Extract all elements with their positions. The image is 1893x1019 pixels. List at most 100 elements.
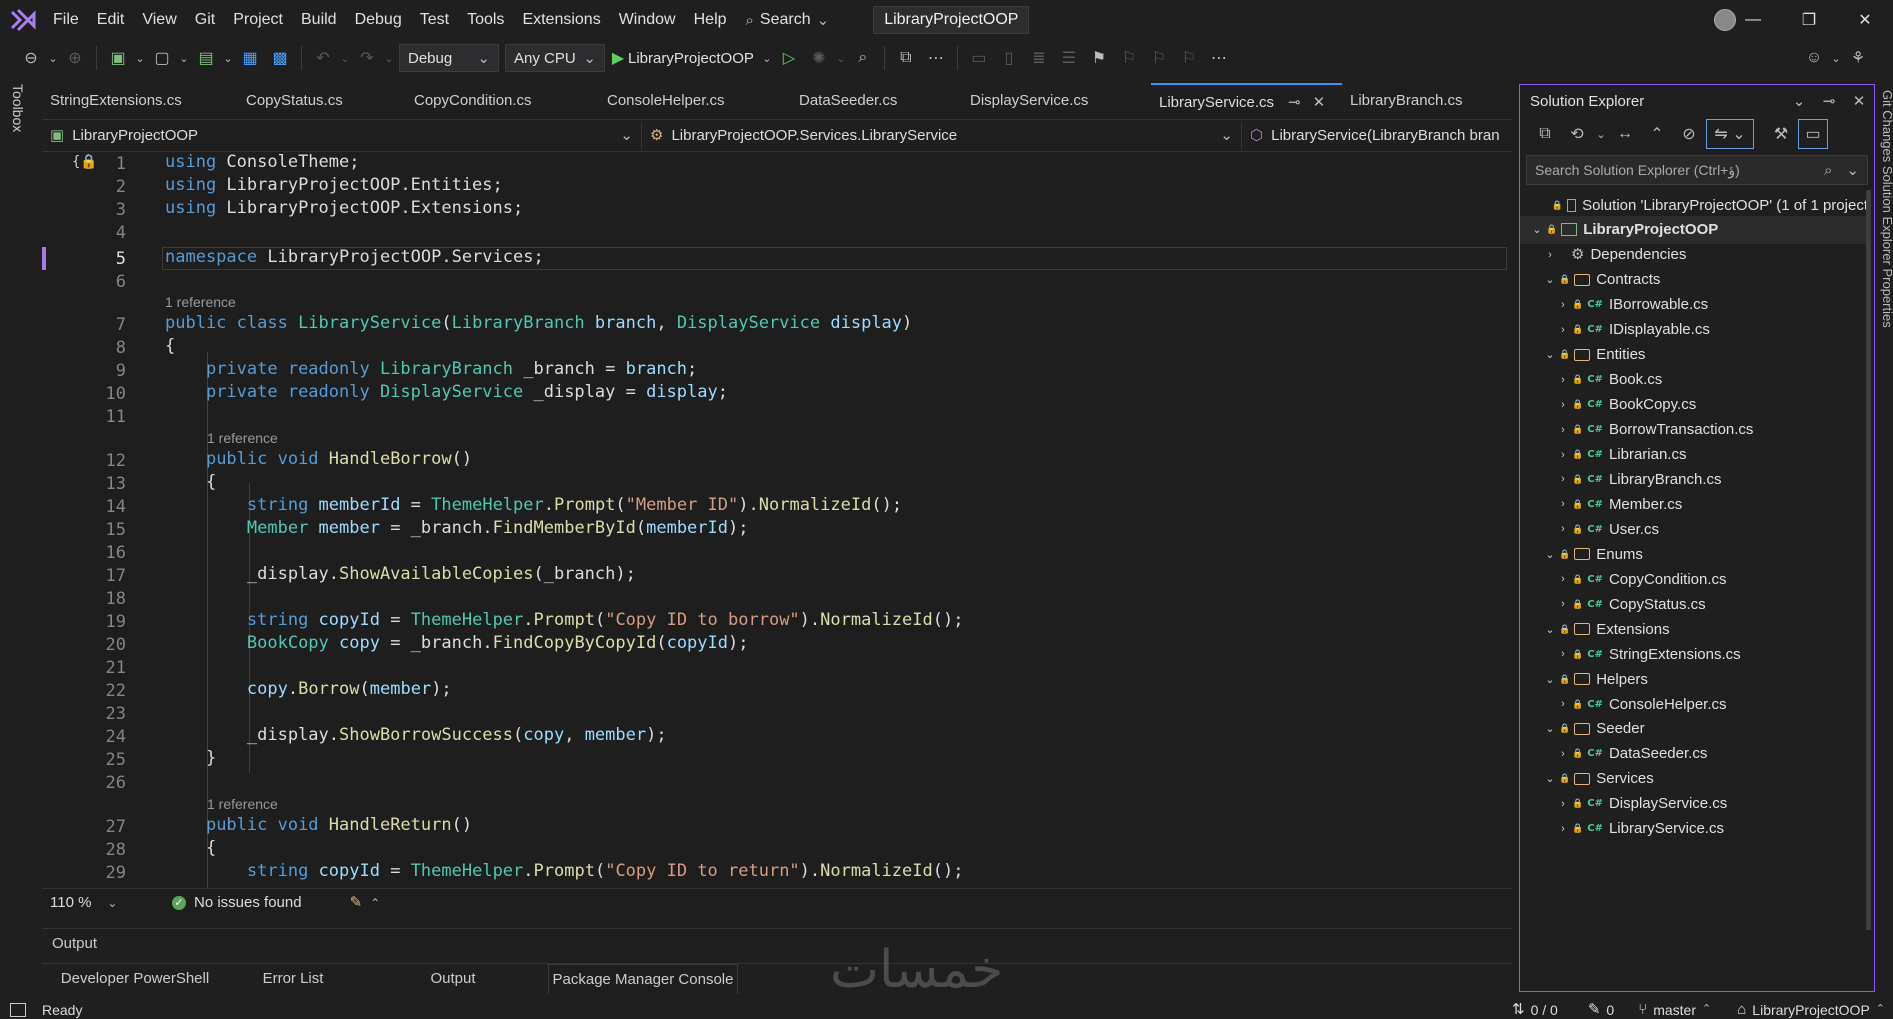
start-icon[interactable]: ▶ [608,43,628,73]
code-area[interactable]: {🔒 1 using ConsoleTheme; 2 using Library… [42,152,1512,888]
close-icon[interactable]: ✕ [1844,94,1874,109]
tree-item-deps[interactable]: › ⚙ Dependencies [1520,241,1868,269]
save-icon[interactable]: ▦ [235,43,265,73]
find-in-files-icon[interactable]: ⌕ [848,43,878,73]
project-dropdown[interactable]: ▣ LibraryProjectOOP ⌄ [42,121,642,150]
history-icon[interactable]: ⟲ [1562,119,1592,149]
chevron-right-icon[interactable]: › [1556,498,1570,510]
tree-item-file[interactable]: › 🔒 C# StringExtensions.cs [1520,640,1868,668]
tree-item-file[interactable]: › 🔒 C# ConsoleHelper.cs [1520,690,1868,718]
save-all-icon[interactable]: ▩ [265,43,295,73]
new-project-icon[interactable]: ▣ [103,43,133,73]
chevron-down-icon[interactable]: ⌄ [834,43,848,73]
chevron-right-icon[interactable]: › [1556,648,1570,660]
status-repo[interactable]: LibraryProjectOOP [1752,1002,1869,1018]
chevron-down-icon[interactable]: ⌄ [221,43,235,73]
prev-bookmark-icon[interactable]: ⚐ [1114,43,1144,73]
more-icon[interactable]: ⋯ [921,43,951,73]
tree-item-file[interactable]: › 🔒 C# Member.cs [1520,490,1868,518]
tree-item-file[interactable]: › 🔒 C# DataSeeder.cs [1520,740,1868,768]
chevron-down-icon[interactable]: ⌄ [1530,223,1544,236]
forward-icon[interactable]: ⊕ [60,43,90,73]
tree-item-file[interactable]: › 🔒 C# LibraryBranch.cs [1520,465,1868,493]
menu-git[interactable]: Git [186,0,224,40]
chevron-down-icon[interactable]: ⌄ [133,43,147,73]
chevron-down-icon[interactable]: ⌄ [1543,273,1557,286]
undo-icon[interactable]: ↶ [308,43,338,73]
close-button[interactable]: ✕ [1837,0,1893,40]
tab-output[interactable]: Output [358,964,548,994]
restore-button[interactable]: ❐ [1781,0,1837,40]
copilot-icon[interactable]: ☺ [1799,43,1829,73]
add-item-icon[interactable]: ▤ [191,43,221,73]
chevron-down-icon[interactable]: ⌄ [338,43,352,73]
menu-edit[interactable]: Edit [88,0,134,40]
chevron-up-icon[interactable]: ⌃ [370,897,380,909]
chevron-down-icon[interactable]: ⌄ [1829,43,1843,73]
tree-item-folder[interactable]: ⌄ 🔒 Services [1520,765,1868,793]
chevron-right-icon[interactable]: › [1543,249,1557,261]
chevron-right-icon[interactable]: › [1556,573,1570,585]
tab-dataseeder[interactable]: DataSeeder.cs [791,83,962,119]
chevron-down-icon[interactable]: ⌄ [1594,119,1608,149]
code-cleanup-icon[interactable]: ✎ [350,895,363,910]
comment-icon[interactable]: ▭ [964,43,994,73]
platform-select[interactable]: Any CPU ⌄ [505,44,605,72]
menu-file[interactable]: File [44,0,88,40]
menu-test[interactable]: Test [411,0,458,40]
codelens-references[interactable]: 1 reference [207,430,278,446]
tree-item-file[interactable]: › 🔒 C# IBorrowable.cs [1520,291,1868,319]
codelens-references[interactable]: 1 reference [207,796,278,812]
tree-item-file[interactable]: › 🔒 C# BorrowTransaction.cs [1520,416,1868,444]
chevron-right-icon[interactable]: › [1556,748,1570,760]
chevron-right-icon[interactable]: › [1556,449,1570,461]
pin-icon[interactable]: ⊸ [1288,85,1301,119]
next-bookmark-icon[interactable]: ⚐ [1144,43,1174,73]
tab-displayservice[interactable]: DisplayService.cs [962,83,1151,119]
more-icon[interactable]: ⋯ [1204,43,1234,73]
tab-consolehelper[interactable]: ConsoleHelper.cs [599,83,791,119]
menu-project[interactable]: Project [224,0,292,40]
menu-window[interactable]: Window [610,0,685,40]
chevron-down-icon[interactable]: ⌄ [382,43,396,73]
chevron-right-icon[interactable]: › [1556,698,1570,710]
tab-stringextensions[interactable]: StringExtensions.cs [42,83,238,119]
toolbox-tab[interactable]: Toolbox [10,84,26,132]
chevron-down-icon[interactable]: ⌄ [1543,623,1557,636]
menu-extensions[interactable]: Extensions [513,0,609,40]
solution-explorer-search[interactable]: Search Solution Explorer (Ctrl+ؤ) ⌕ ⌄ [1526,155,1868,185]
tree-item-file[interactable]: › 🔒 C# User.cs [1520,515,1868,543]
solution-explorer-scrollbar[interactable] [1866,190,1871,930]
chevron-right-icon[interactable]: › [1556,798,1570,810]
menu-build[interactable]: Build [292,0,346,40]
zoom-select[interactable]: 110 % ⌄ [42,894,132,911]
status-branch[interactable]: master [1653,1002,1696,1018]
start-target-button[interactable]: LibraryProjectOOP [628,50,754,67]
chevron-right-icon[interactable]: › [1556,424,1570,436]
minimize-button[interactable]: — [1725,0,1781,40]
tree-item-folder[interactable]: ⌄ 🔒 Seeder [1520,715,1868,743]
type-dropdown[interactable]: ⚙ LibraryProjectOOP.Services.LibraryServi… [642,121,1242,150]
tree-item-file[interactable]: › 🔒 C# BookCopy.cs [1520,391,1868,419]
chevron-down-icon[interactable]: ⌄ [1543,548,1557,561]
chevron-down-icon[interactable]: ⌄ [177,43,191,73]
properties-icon[interactable]: ⚒ [1766,119,1796,149]
codelens-references[interactable]: 1 reference [165,294,236,310]
hot-reload-icon[interactable]: ✺ [804,43,834,73]
menu-debug[interactable]: Debug [346,0,411,40]
tree-item-folder[interactable]: ⌄ 🔒 Enums [1520,540,1868,568]
feedback-icon[interactable]: ⚘ [1843,43,1873,73]
tree-item-file[interactable]: › 🔒 C# Book.cs [1520,366,1868,394]
tree-item-file[interactable]: › 🔒 C# Librarian.cs [1520,441,1868,469]
configuration-select[interactable]: Debug ⌄ [399,44,499,72]
tree-item-file[interactable]: › 🔒 C# CopyStatus.cs [1520,590,1868,618]
menu-view[interactable]: View [133,0,185,40]
pending-changes-filter-icon[interactable]: ⇋ ⌄ [1706,119,1754,149]
issues-status[interactable]: No issues found [194,894,302,911]
chevron-down-icon[interactable]: ⌄ [1543,348,1557,361]
tab-libraryservice[interactable]: LibraryService.cs ⊸ ✕ [1151,83,1342,119]
chevron-down-icon[interactable]: ⌄ [1543,722,1557,735]
uncomment-icon[interactable]: ▯ [994,43,1024,73]
start-without-debugging-icon[interactable]: ▷ [774,43,804,73]
menu-tools[interactable]: Tools [458,0,513,40]
